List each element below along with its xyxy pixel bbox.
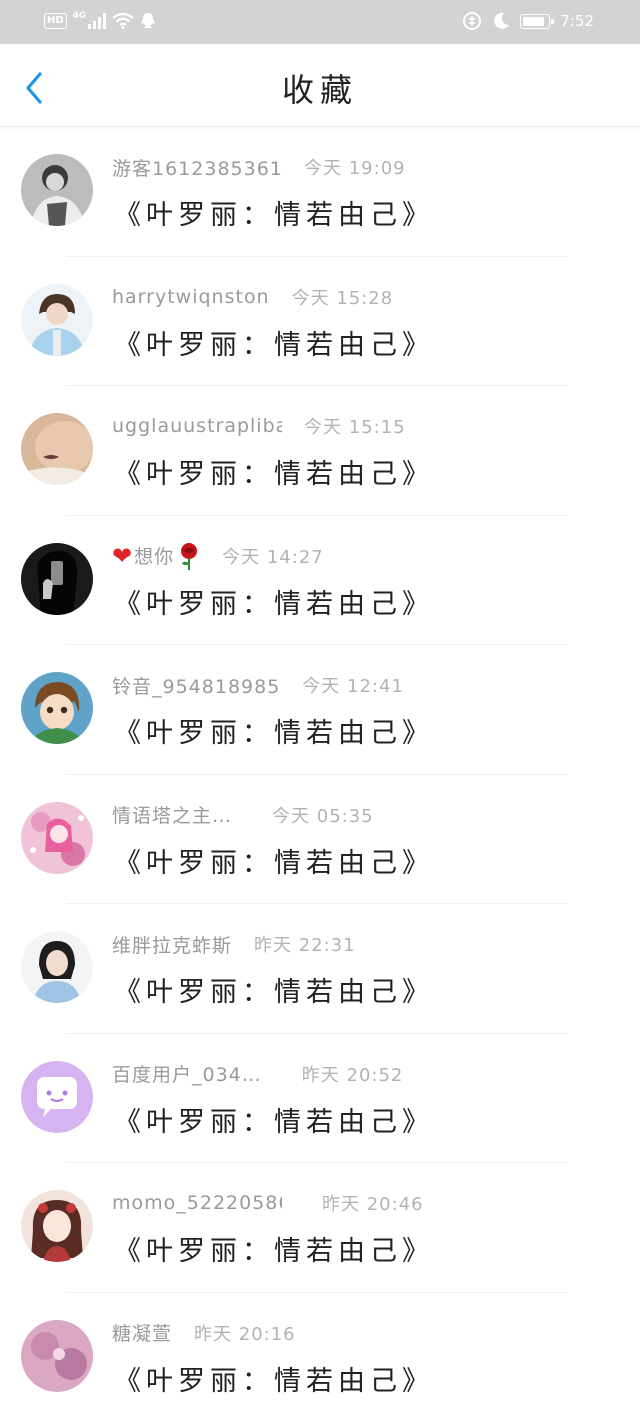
- timestamp: 今天 15:28: [292, 284, 394, 310]
- item-meta: 情语塔之主… 今天 05:35: [112, 800, 374, 830]
- status-right: 7:52: [462, 10, 594, 32]
- timestamp: 今天 15:15: [304, 413, 406, 439]
- item-meta: momo_52220586… 昨天 20:46: [112, 1188, 424, 1218]
- list-item[interactable]: 情语塔之主… 今天 05:35 《叶罗丽：情若由己》: [0, 775, 640, 905]
- avatar[interactable]: [21, 672, 93, 744]
- battery-level: [523, 17, 543, 26]
- avatar[interactable]: [21, 1190, 93, 1262]
- avatar[interactable]: [21, 413, 93, 485]
- list-item[interactable]: 游客1612385361 今天 19:09 《叶罗丽：情若由己》: [0, 127, 640, 257]
- item-meta: ugglauustrapliba 今天 15:15: [112, 411, 406, 441]
- item-content[interactable]: 《叶罗丽：情若由己》: [114, 1359, 434, 1398]
- favorites-list: 游客1612385361 今天 19:09 《叶罗丽：情若由己》 harrytw…: [0, 127, 640, 1422]
- item-content[interactable]: 《叶罗丽：情若由己》: [114, 582, 434, 621]
- username[interactable]: 想你: [134, 542, 174, 569]
- item-meta: 维胖拉克蚱斯 昨天 22:31: [112, 929, 356, 959]
- avatar[interactable]: [21, 1061, 93, 1133]
- list-item[interactable]: ❤ 想你 今天 14:27 《叶罗丽：情若由己》: [0, 516, 640, 646]
- item-meta: harrytwiqnston 今天 15:28: [112, 282, 393, 312]
- item-content[interactable]: 《叶罗丽：情若由己》: [114, 970, 434, 1009]
- title-bar: 收藏: [0, 44, 640, 127]
- username[interactable]: momo_52220586…: [112, 1192, 282, 1214]
- username[interactable]: 糖凝萱: [112, 1319, 172, 1346]
- username[interactable]: ugglauustrapliba: [112, 415, 282, 437]
- battery-icon: [520, 14, 550, 29]
- timestamp: 昨天 22:31: [254, 931, 356, 957]
- timestamp: 今天 14:27: [222, 543, 324, 569]
- username[interactable]: 情语塔之主…: [112, 801, 232, 828]
- network-type: 4G: [73, 11, 87, 21]
- avatar[interactable]: [21, 1320, 93, 1392]
- list-item[interactable]: 糖凝萱 昨天 20:16 《叶罗丽：情若由己》: [0, 1293, 640, 1422]
- clock: 7:52: [560, 12, 594, 30]
- timestamp: 昨天 20:16: [194, 1320, 296, 1346]
- timestamp: 今天 19:09: [304, 154, 406, 180]
- item-meta: 铃音_954818985 今天 12:41: [112, 670, 404, 700]
- username[interactable]: harrytwiqnston: [112, 286, 270, 308]
- list-item[interactable]: 维胖拉克蚱斯 昨天 22:31 《叶罗丽：情若由己》: [0, 904, 640, 1034]
- list-item[interactable]: 百度用户_034… 昨天 20:52 《叶罗丽：情若由己》: [0, 1034, 640, 1164]
- list-item[interactable]: ugglauustrapliba 今天 15:15 《叶罗丽：情若由己》: [0, 386, 640, 516]
- timestamp: 昨天 20:46: [322, 1190, 424, 1216]
- item-meta: 糖凝萱 昨天 20:16: [112, 1318, 296, 1348]
- avatar[interactable]: [21, 931, 93, 1003]
- item-content[interactable]: 《叶罗丽：情若由己》: [114, 1100, 434, 1139]
- qq-icon: [140, 12, 156, 30]
- signal-icon: [88, 13, 106, 29]
- avatar[interactable]: [21, 154, 93, 226]
- hd-badge: HD: [44, 13, 67, 29]
- item-content[interactable]: 《叶罗丽：情若由己》: [114, 193, 434, 232]
- item-content[interactable]: 《叶罗丽：情若由己》: [114, 323, 434, 362]
- data-saver-icon: [462, 11, 482, 31]
- moon-icon: [492, 12, 510, 30]
- item-meta: 游客1612385361 今天 19:09: [112, 152, 406, 182]
- item-content[interactable]: 《叶罗丽：情若由己》: [114, 841, 434, 880]
- item-meta: ❤ 想你 今天 14:27: [112, 541, 324, 571]
- heart-icon: ❤: [112, 542, 132, 570]
- timestamp: 今天 05:35: [272, 802, 374, 828]
- item-content[interactable]: 《叶罗丽：情若由己》: [114, 452, 434, 491]
- timestamp: 昨天 20:52: [302, 1061, 404, 1087]
- avatar[interactable]: [21, 802, 93, 874]
- avatar[interactable]: [21, 284, 93, 356]
- rose-icon: [178, 542, 200, 570]
- page-title: 收藏: [0, 44, 640, 126]
- list-item[interactable]: momo_52220586… 昨天 20:46 《叶罗丽：情若由己》: [0, 1163, 640, 1293]
- wifi-icon: [112, 13, 134, 29]
- item-content[interactable]: 《叶罗丽：情若由己》: [114, 711, 434, 750]
- username[interactable]: 百度用户_034…: [112, 1060, 262, 1087]
- status-bar: HD 4G 7:52: [0, 0, 640, 44]
- username[interactable]: 游客1612385361: [112, 154, 282, 181]
- item-content[interactable]: 《叶罗丽：情若由己》: [114, 1229, 434, 1268]
- avatar[interactable]: [21, 543, 93, 615]
- status-left: HD 4G: [44, 10, 156, 32]
- list-item[interactable]: harrytwiqnston 今天 15:28 《叶罗丽：情若由己》: [0, 257, 640, 387]
- timestamp: 今天 12:41: [302, 672, 404, 698]
- username[interactable]: 维胖拉克蚱斯: [112, 931, 232, 958]
- item-meta: 百度用户_034… 昨天 20:52: [112, 1059, 403, 1089]
- username[interactable]: 铃音_954818985: [112, 672, 280, 699]
- list-item[interactable]: 铃音_954818985 今天 12:41 《叶罗丽：情若由己》: [0, 645, 640, 775]
